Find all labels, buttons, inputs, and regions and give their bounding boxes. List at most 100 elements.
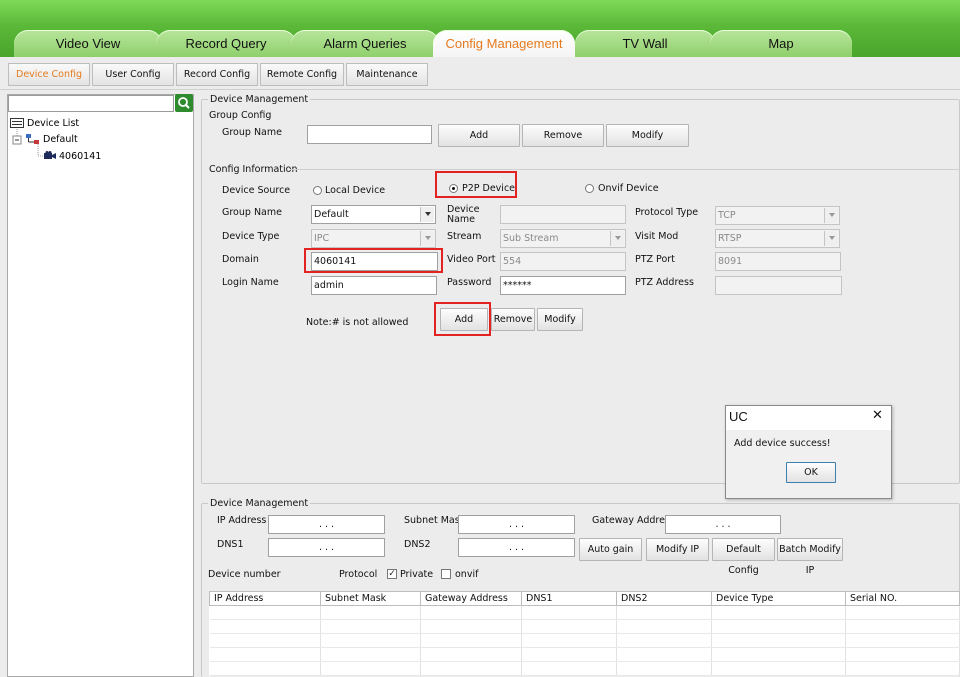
- col-dns2[interactable]: DNS2: [616, 591, 712, 606]
- default-config-button[interactable]: Default Config: [712, 538, 775, 576]
- password-input[interactable]: ******: [500, 276, 626, 295]
- tree-device[interactable]: 4060141: [59, 151, 101, 162]
- ptz-port-input[interactable]: 8091: [715, 252, 841, 271]
- remove-device-button[interactable]: Remove: [491, 308, 535, 331]
- tree-group-default[interactable]: Default: [43, 134, 78, 145]
- group-name-label: Group Name: [222, 127, 282, 138]
- config-information-title: Config Information: [209, 164, 298, 175]
- table-row[interactable]: [209, 647, 960, 662]
- col-serial-no[interactable]: Serial NO.: [845, 591, 960, 606]
- dns1-label: DNS1: [217, 539, 244, 550]
- private-label: Private: [400, 569, 434, 580]
- dns1-input[interactable]: . . .: [268, 538, 385, 557]
- dialog-ok-button[interactable]: OK: [786, 462, 836, 483]
- group-modify-button[interactable]: Modify: [606, 124, 689, 147]
- col-gateway-address[interactable]: Gateway Address: [420, 591, 522, 606]
- subtab-device-config[interactable]: Device Config: [8, 63, 90, 86]
- group-name-select[interactable]: Default: [311, 205, 436, 224]
- stream-label: Stream: [447, 231, 482, 242]
- ip-address-input[interactable]: . . .: [268, 515, 385, 534]
- protocol-type-label: Protocol Type: [635, 207, 699, 218]
- onvif-label: onvif: [455, 569, 479, 580]
- device-name-label: Device Name: [447, 204, 480, 225]
- dialog-message: Add device success!: [734, 438, 831, 449]
- private-checkbox[interactable]: ✓: [387, 569, 397, 579]
- ptz-address-label: PTZ Address: [635, 277, 694, 288]
- group-name-label-2: Group Name: [222, 207, 282, 218]
- group-config-title: Group Config: [209, 110, 272, 121]
- col-dns1[interactable]: DNS1: [521, 591, 617, 606]
- ptz-address-input[interactable]: [715, 276, 842, 295]
- note-text: Note:# is not allowed: [306, 317, 409, 328]
- dns2-input[interactable]: . . .: [458, 538, 575, 557]
- col-subnet-mask[interactable]: Subnet Mask: [320, 591, 421, 606]
- stream-value: Sub Stream: [503, 233, 559, 244]
- local-device-label: Local Device: [325, 185, 386, 196]
- tab-alarm-queries[interactable]: Alarm Queries: [291, 30, 439, 57]
- search-button[interactable]: [175, 94, 193, 112]
- subnet-mask-input[interactable]: . . .: [458, 515, 575, 534]
- chevron-down-icon: [829, 236, 835, 240]
- chevron-down-icon: [425, 212, 431, 216]
- visit-mod-value: RTSP: [718, 233, 742, 244]
- subtab-record-config[interactable]: Record Config: [176, 63, 258, 86]
- local-device-radio[interactable]: [313, 186, 322, 195]
- visit-mod-select[interactable]: RTSP: [715, 229, 840, 248]
- protocol-label: Protocol: [339, 569, 378, 580]
- chevron-down-icon: [615, 236, 621, 240]
- device-name-input[interactable]: [500, 205, 626, 224]
- device-type-label: Device Type: [222, 231, 280, 242]
- table-row[interactable]: [209, 633, 960, 648]
- subtab-maintenance[interactable]: Maintenance: [346, 63, 428, 86]
- stream-select[interactable]: Sub Stream: [500, 229, 626, 248]
- group-name-input[interactable]: [307, 125, 432, 144]
- group-name-select-value: Default: [314, 209, 349, 220]
- search-icon: [178, 97, 190, 109]
- group-icon: [26, 134, 39, 144]
- tab-tv-wall[interactable]: TV Wall: [575, 30, 715, 57]
- onvif-checkbox[interactable]: [441, 569, 451, 579]
- subtab-user-config[interactable]: User Config: [92, 63, 174, 86]
- login-name-input[interactable]: admin: [311, 276, 437, 295]
- video-port-label: Video Port: [447, 254, 496, 265]
- auto-gain-button[interactable]: Auto gain: [579, 538, 642, 561]
- table-row[interactable]: [209, 661, 960, 676]
- protocol-type-select[interactable]: TCP: [715, 206, 840, 225]
- tab-record-query[interactable]: Record Query: [156, 30, 296, 57]
- group-add-button[interactable]: Add: [438, 124, 520, 147]
- device-type-select[interactable]: IPC: [311, 229, 436, 248]
- col-ip-address[interactable]: IP Address: [209, 591, 321, 606]
- modify-ip-button[interactable]: Modify IP: [646, 538, 709, 561]
- close-icon[interactable]: ✕: [872, 408, 883, 423]
- dns2-label: DNS2: [404, 539, 431, 550]
- modify-device-button[interactable]: Modify: [537, 308, 583, 331]
- col-device-type[interactable]: Device Type: [711, 591, 846, 606]
- device-source-label: Device Source: [222, 185, 291, 196]
- device-network-table: IP Address Subnet Mask Gateway Address D…: [209, 591, 960, 676]
- tab-video-view[interactable]: Video View: [14, 30, 162, 57]
- dialog-titlebar[interactable]: [726, 406, 891, 430]
- table-row[interactable]: [209, 605, 960, 620]
- tab-map[interactable]: Map: [710, 30, 852, 57]
- visit-mod-label: Visit Mod: [635, 231, 679, 242]
- table-row[interactable]: [209, 619, 960, 634]
- subtab-remote-config[interactable]: Remote Config: [260, 63, 344, 86]
- network-management-title: Device Management: [208, 498, 311, 509]
- gateway-input[interactable]: . . .: [665, 515, 781, 534]
- camera-icon: [44, 151, 56, 159]
- video-port-input[interactable]: 554: [500, 252, 626, 271]
- batch-modify-ip-button[interactable]: Batch Modify IP: [777, 538, 843, 576]
- device-tree-panel: [7, 94, 194, 677]
- chevron-down-icon: [829, 213, 835, 217]
- tab-config-management[interactable]: Config Management: [433, 30, 575, 57]
- ptz-port-label: PTZ Port: [635, 254, 675, 265]
- onvif-device-radio[interactable]: [585, 184, 594, 193]
- subnet-mask-label: Subnet Mask: [404, 515, 466, 526]
- onvif-device-label: Onvif Device: [598, 183, 659, 194]
- group-remove-button[interactable]: Remove: [522, 124, 604, 147]
- tree-root[interactable]: Device List: [27, 118, 79, 129]
- device-number-label: Device number: [208, 569, 281, 580]
- add-highlight-box: [434, 302, 491, 336]
- search-input[interactable]: [8, 95, 174, 112]
- ip-address-label: IP Address: [217, 515, 267, 526]
